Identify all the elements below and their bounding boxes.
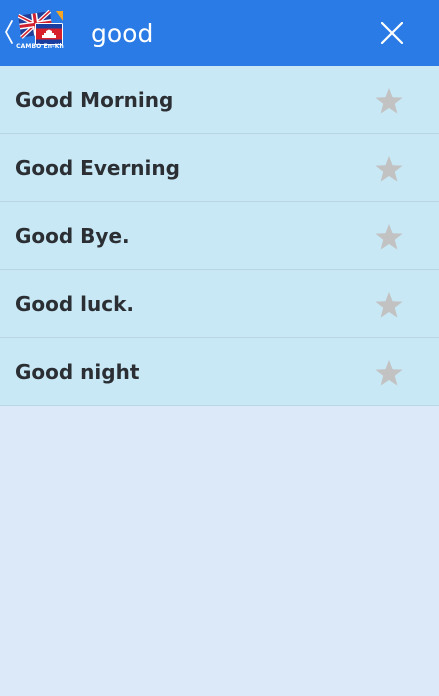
- star-icon[interactable]: [374, 87, 404, 115]
- star-icon[interactable]: [374, 155, 404, 183]
- list-item[interactable]: Good Morning: [0, 66, 439, 134]
- logo-caption: CAMBO En-Kh: [16, 43, 64, 50]
- star-icon[interactable]: [374, 223, 404, 251]
- list-item[interactable]: Good luck.: [0, 270, 439, 338]
- search-results-list: Good Morning Good Everning Good Bye. Goo…: [0, 66, 439, 406]
- star-icon[interactable]: [374, 291, 404, 319]
- phrase-label: Good night: [15, 360, 140, 384]
- chevron-left-icon[interactable]: [4, 19, 14, 45]
- clear-search-button[interactable]: [372, 14, 412, 52]
- search-input[interactable]: [78, 12, 348, 54]
- phrase-label: Good Everning: [15, 156, 180, 180]
- phrase-label: Good Morning: [15, 88, 174, 112]
- list-item[interactable]: Good night: [0, 338, 439, 406]
- phrase-label: Good Bye.: [15, 224, 130, 248]
- list-item[interactable]: Good Everning: [0, 134, 439, 202]
- app-bar: CAMBO En-Kh: [0, 0, 439, 66]
- phrase-label: Good luck.: [15, 292, 135, 316]
- star-icon[interactable]: [374, 359, 404, 387]
- close-icon: [381, 22, 403, 44]
- list-item[interactable]: Good Bye.: [0, 202, 439, 270]
